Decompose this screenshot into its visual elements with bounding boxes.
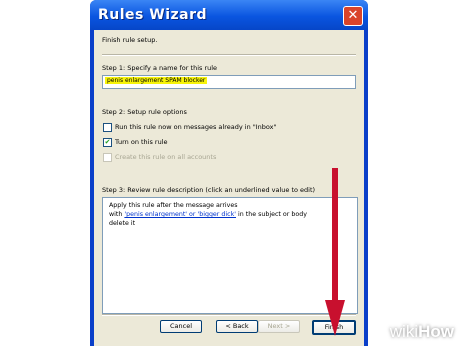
description-subject-text: in the subject or body	[236, 211, 307, 218]
step1-label: Step 1: Specify a name for this rule	[102, 64, 218, 72]
back-button[interactable]: < Back	[216, 320, 258, 333]
window-title: Rules Wizard	[98, 7, 208, 23]
description-line-3: delete it	[109, 220, 136, 227]
turn-on-checkbox[interactable]: ✔	[103, 138, 112, 147]
description-with-text: with	[109, 211, 125, 218]
watermark-wiki: wiki	[389, 322, 419, 341]
red-arrow-annotation	[325, 168, 345, 336]
keywords-link[interactable]: 'penis enlargement' or 'bigger dick'	[124, 211, 236, 218]
button-divider	[102, 314, 356, 316]
header-text: Finish rule setup.	[102, 36, 158, 44]
wikihow-watermark: wikiHow	[390, 322, 454, 342]
rule-name-input[interactable]: penis enlargement SPAM blocker	[102, 75, 356, 89]
rule-description-box: Apply this rule after the message arrive…	[102, 197, 358, 314]
cancel-button[interactable]: Cancel	[160, 320, 202, 333]
description-line-1: Apply this rule after the message arrive…	[109, 202, 238, 209]
divider	[102, 54, 356, 56]
dialog-body: Finish rule setup. Step 1: Specify a nam…	[94, 30, 364, 346]
description-line-2: with 'penis enlargement' or 'bigger dick…	[109, 211, 307, 218]
step2-label: Step 2: Setup rule options	[102, 108, 187, 116]
step3-label: Step 3: Review rule description (click a…	[102, 186, 316, 194]
close-icon[interactable]: ✕	[343, 6, 363, 26]
run-now-checkbox[interactable]	[103, 123, 112, 132]
rule-name-value: penis enlargement SPAM blocker	[105, 77, 208, 84]
title-bar: Rules Wizard ✕	[90, 0, 368, 30]
all-accounts-checkbox	[103, 153, 112, 162]
run-now-label: Run this rule now on messages already in…	[115, 123, 277, 131]
all-accounts-label: Create this rule on all accounts	[115, 153, 217, 161]
next-button: Next >	[258, 320, 300, 333]
turn-on-label: Turn on this rule	[115, 138, 168, 146]
watermark-how: How	[418, 322, 454, 341]
